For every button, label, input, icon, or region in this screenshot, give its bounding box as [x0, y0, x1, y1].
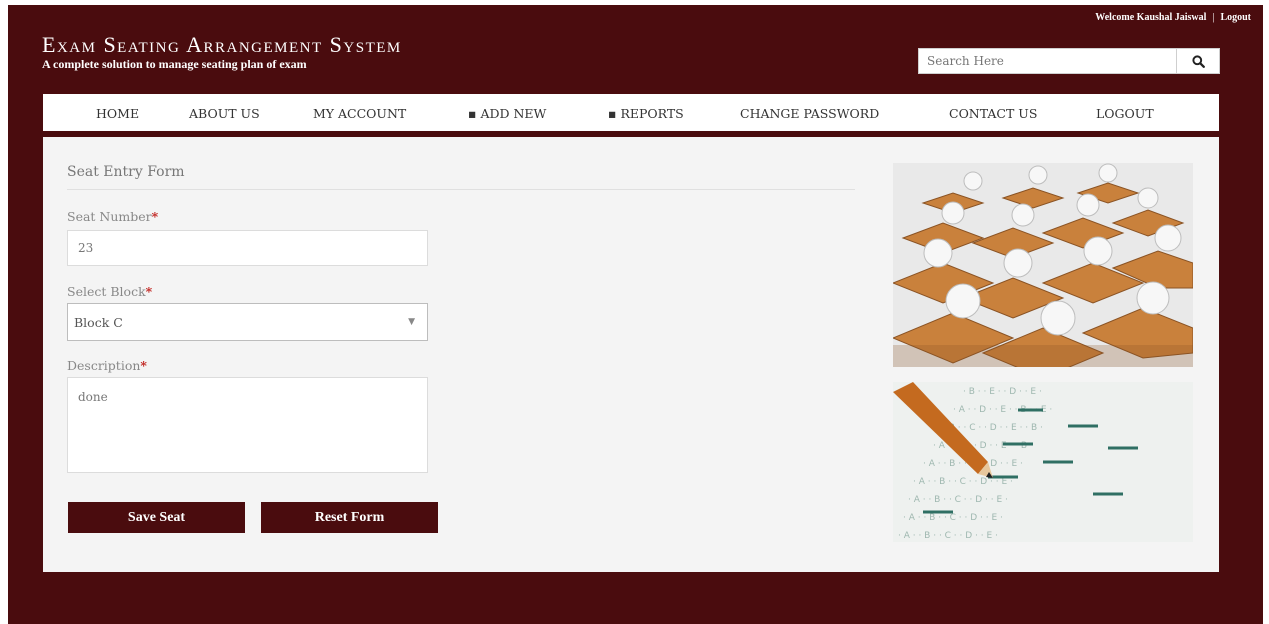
required-mark: * [145, 284, 153, 299]
nav-home[interactable]: HOME [96, 106, 139, 121]
search-input[interactable] [918, 48, 1177, 74]
svg-text:· A · · B · · C · · D ·: · A · · B · · C · · D · · E · [898, 531, 998, 541]
svg-text:· B · · E · · D · · E ·: · B · · E · · D · · E · [963, 387, 1042, 397]
welcome-text: Welcome Kaushal Jaiswal [1095, 12, 1207, 23]
svg-text:· A · · B · · C · · D ·: · A · · B · · C · · D · · E · [903, 513, 1003, 523]
form-divider [67, 189, 855, 190]
form-title: Seat Entry Form [67, 164, 185, 180]
block-label: Select Block* [67, 284, 153, 299]
search-button[interactable] [1177, 48, 1220, 74]
nav-add-new[interactable]: ▪ ADD NEW [468, 106, 546, 121]
main-content: Seat Entry Form Seat Number* 23 Select B… [43, 137, 1219, 575]
save-seat-button[interactable]: Save Seat [68, 502, 245, 533]
block-select-value: Block C [74, 314, 123, 330]
required-mark: * [151, 209, 159, 224]
answer-sheet-image: · B · · E · · D · · E · · A · · D · · E … [893, 382, 1193, 542]
nav-about-us[interactable]: ABOUT US [189, 106, 260, 121]
user-bar: Welcome Kaushal Jaiswal | Logout [1095, 12, 1251, 23]
nav-my-account[interactable]: MY ACCOUNT [313, 106, 406, 121]
main-nav: HOME ABOUT US MY ACCOUNT ▪ ADD NEW ▪ REP… [43, 94, 1219, 134]
reset-form-button[interactable]: Reset Form [261, 502, 438, 533]
description-label: Description* [67, 358, 147, 373]
nav-logout[interactable]: LOGOUT [1096, 106, 1154, 121]
nav-change-password[interactable]: CHANGE PASSWORD [740, 106, 879, 121]
description-textarea[interactable]: done [67, 377, 428, 473]
svg-text:· A · · B · · C · · D ·: · A · · B · · C · · D · · E · [908, 495, 1008, 505]
user-bar-separator: | [1212, 12, 1215, 23]
nav-reports[interactable]: ▪ REPORTS [608, 106, 684, 121]
top-logout-link[interactable]: Logout [1220, 12, 1251, 23]
search-icon [1191, 54, 1205, 68]
app-subtitle: A complete solution to manage seating pl… [42, 57, 307, 71]
block-select[interactable]: Block C ▼ [67, 303, 428, 341]
exam-hall-image [893, 163, 1193, 367]
nav-contact-us[interactable]: CONTACT US [949, 106, 1037, 121]
seat-number-input[interactable]: 23 [67, 230, 428, 266]
seat-number-label: Seat Number* [67, 209, 159, 224]
dropdown-arrow-icon: ▼ [408, 317, 415, 327]
app-title: Exam Seating Arrangement System [42, 32, 402, 57]
required-mark: * [140, 358, 147, 373]
